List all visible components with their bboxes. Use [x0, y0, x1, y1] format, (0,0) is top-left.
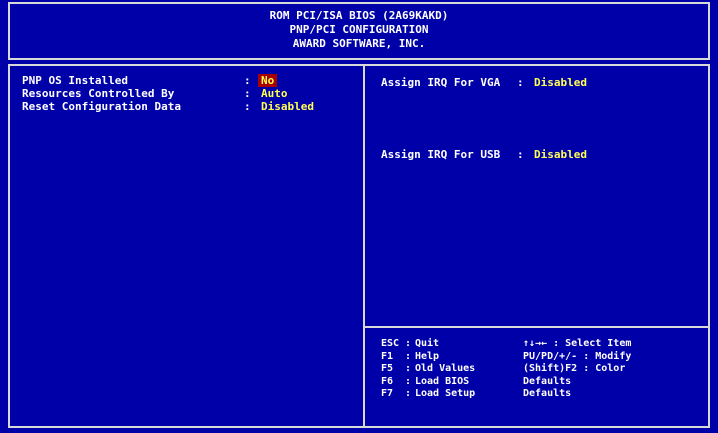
setting-label: Assign IRQ For USB	[381, 148, 501, 161]
bios-header: ROM PCI/ISA BIOS (2A69KAKD) PNP/PCI CONF…	[8, 2, 710, 60]
legend-row: F6 : Load BIOS Defaults	[381, 376, 706, 389]
setting-colon: :	[244, 100, 251, 113]
setting-colon: :	[517, 148, 524, 161]
legend-row: F7 : Load Setup Defaults	[381, 388, 706, 401]
setting-label: PNP OS Installed	[22, 74, 128, 87]
setting-irq-vga[interactable]: Assign IRQ For VGA : Disabled	[381, 76, 590, 89]
legend-hint: (Shift)F2 : Color	[523, 363, 626, 374]
setting-resources-controlled[interactable]: Resources Controlled By : Auto	[22, 87, 357, 100]
legend-hint: ↑↓→← : Select Item	[523, 338, 632, 349]
vendor-name: AWARD SOFTWARE, INC.	[292, 37, 426, 50]
settings-pane: PNP OS Installed : No Resources Controll…	[22, 74, 357, 113]
setting-label: Reset Configuration Data	[22, 100, 181, 113]
setting-reset-config[interactable]: Reset Configuration Data : Disabled	[22, 100, 357, 113]
legend-action: Old Values	[415, 363, 476, 374]
legend-colon: :	[399, 388, 412, 399]
setting-value[interactable]: Disabled	[531, 148, 590, 161]
setting-colon: :	[244, 87, 251, 100]
legend-key: F7	[381, 388, 394, 399]
key-legend: ESC : Quit ↑↓→← : Select Item F1 : Help …	[381, 338, 706, 401]
setting-colon: :	[517, 76, 524, 89]
legend-action: Load Setup	[415, 388, 476, 399]
setting-pnp-os[interactable]: PNP OS Installed : No	[22, 74, 357, 87]
bios-title: ROM PCI/ISA BIOS (2A69KAKD)	[269, 9, 449, 22]
setting-colon: :	[244, 74, 251, 87]
legend-key: F5	[381, 363, 394, 374]
setting-value[interactable]: Disabled	[531, 76, 590, 89]
legend-colon: :	[399, 338, 412, 349]
legend-colon: :	[399, 375, 412, 387]
legend-hint: Defaults	[523, 388, 572, 399]
setting-label: Resources Controlled By	[22, 87, 175, 100]
setting-value-selected[interactable]: No	[258, 74, 278, 87]
page-title: PNP/PCI CONFIGURATION	[289, 23, 429, 36]
setting-label: Assign IRQ For VGA	[381, 76, 501, 89]
legend-key: F1	[381, 350, 394, 362]
legend-hint: PU/PD/+/- : Modify	[523, 350, 632, 362]
legend-action: Load BIOS	[415, 375, 470, 387]
legend-row: ESC : Quit ↑↓→← : Select Item	[381, 338, 706, 351]
legend-action: Quit	[415, 338, 440, 349]
legend-row: F5 : Old Values (Shift)F2 : Color	[381, 363, 706, 376]
legend-key: F6	[381, 375, 394, 387]
legend-colon: :	[399, 350, 412, 362]
legend-action: Help	[415, 350, 440, 362]
setting-value[interactable]: Disabled	[258, 100, 317, 113]
legend-hint: Defaults	[523, 375, 572, 387]
bios-screen: ROM PCI/ISA BIOS (2A69KAKD) PNP/PCI CONF…	[0, 0, 718, 433]
legend-row: F1 : Help PU/PD/+/- : Modify	[381, 351, 706, 364]
vertical-divider	[363, 64, 365, 428]
legend-key: ESC	[381, 338, 400, 349]
setting-irq-usb[interactable]: Assign IRQ For USB : Disabled	[381, 148, 590, 161]
legend-colon: :	[399, 363, 412, 374]
setting-value[interactable]: Auto	[258, 87, 291, 100]
horizontal-divider	[365, 326, 710, 328]
